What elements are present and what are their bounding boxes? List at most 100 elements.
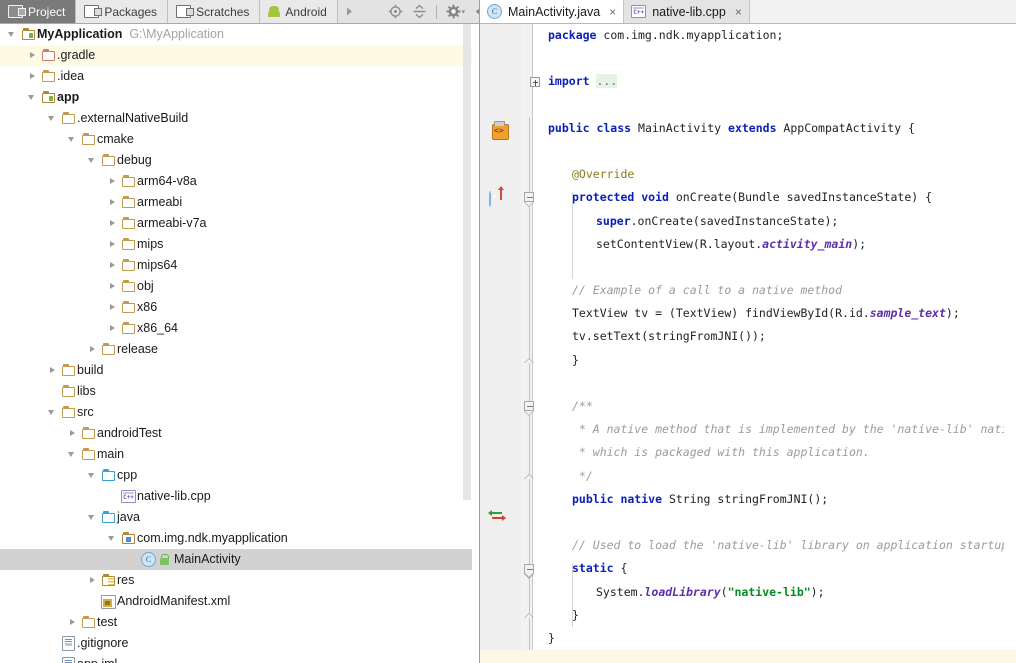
- code-line[interactable]: super.onCreate(savedInstanceState);: [533, 210, 1016, 233]
- tree-item-myapplication[interactable]: MyApplication G:\MyApplication: [0, 24, 479, 45]
- chevron-down-icon[interactable]: [7, 29, 18, 40]
- editor-gutter[interactable]: [480, 24, 521, 663]
- tool-tab-packages[interactable]: Packages: [76, 0, 169, 23]
- tree-item-test[interactable]: test: [0, 612, 479, 633]
- chevron-right-icon[interactable]: [107, 218, 118, 229]
- editor-fold-bar[interactable]: [521, 24, 534, 663]
- chevron-down-icon[interactable]: [67, 134, 78, 145]
- tree-item-libs[interactable]: libs: [0, 381, 479, 402]
- tree-item-mainactivity[interactable]: C MainActivity: [0, 549, 479, 570]
- chevron-right-icon[interactable]: [107, 176, 118, 187]
- chevron-right-icon[interactable]: [107, 239, 118, 250]
- chevron-right-icon[interactable]: [47, 365, 58, 376]
- code-line[interactable]: import ...: [533, 70, 1016, 93]
- code-line[interactable]: [533, 256, 1016, 279]
- code-line[interactable]: System.loadLibrary("native-lib");: [533, 581, 1016, 604]
- chevron-right-icon[interactable]: [27, 71, 38, 82]
- code-content[interactable]: package com.img.ndk.myapplication; impor…: [533, 24, 1016, 663]
- tree-item-build[interactable]: build: [0, 360, 479, 381]
- chevron-right-icon[interactable]: [107, 281, 118, 292]
- chevron-right-icon[interactable]: [107, 302, 118, 313]
- tree-item-cmake[interactable]: cmake: [0, 129, 479, 150]
- chevron-down-icon[interactable]: [87, 155, 98, 166]
- code-line[interactable]: public native String stringFromJNI();: [533, 488, 1016, 511]
- chevron-down-icon[interactable]: [107, 533, 118, 544]
- tree-item-idea[interactable]: .idea: [0, 66, 479, 87]
- expand-arrow-icon[interactable]: [342, 4, 357, 19]
- chevron-right-icon[interactable]: [107, 323, 118, 334]
- tree-item-cpp[interactable]: cpp: [0, 465, 479, 486]
- collapse-all-icon[interactable]: [412, 4, 427, 19]
- code-line[interactable]: TextView tv = (TextView) findViewById(R.…: [533, 302, 1016, 325]
- tree-item-obj[interactable]: obj: [0, 276, 479, 297]
- tree-item-res[interactable]: res: [0, 570, 479, 591]
- code-line[interactable]: [533, 511, 1016, 534]
- code-line[interactable]: package com.img.ndk.myapplication;: [533, 24, 1016, 47]
- tree-item-mips[interactable]: mips: [0, 234, 479, 255]
- expand-import-icon[interactable]: [530, 77, 540, 88]
- chevron-right-icon[interactable]: [67, 428, 78, 439]
- chevron-down-icon[interactable]: [87, 470, 98, 481]
- tree-item-androidtest[interactable]: androidTest: [0, 423, 479, 444]
- code-line[interactable]: setContentView(R.layout.activity_main);: [533, 233, 1016, 256]
- override-method-marker-icon[interactable]: [489, 186, 507, 208]
- native-method-marker-icon[interactable]: [488, 509, 506, 522]
- code-line[interactable]: // Example of a call to a native method: [533, 279, 1016, 302]
- code-line[interactable]: }: [533, 627, 1016, 650]
- close-icon[interactable]: ×: [609, 5, 616, 19]
- chevron-right-icon[interactable]: [107, 197, 118, 208]
- chevron-down-icon[interactable]: [87, 512, 98, 523]
- tree-item-armeabi[interactable]: armeabi: [0, 192, 479, 213]
- tree-item-mips64[interactable]: mips64: [0, 255, 479, 276]
- chevron-down-icon[interactable]: [47, 113, 58, 124]
- code-line[interactable]: }: [533, 349, 1016, 372]
- sidebar-scrollbar-thumb[interactable]: [463, 24, 471, 500]
- code-line[interactable]: static {: [533, 557, 1016, 580]
- tool-tab-project[interactable]: Project: [0, 0, 77, 23]
- code-line[interactable]: protected void onCreate(Bundle savedInst…: [533, 186, 1016, 209]
- chevron-down-icon[interactable]: [67, 449, 78, 460]
- tree-item-x86-64[interactable]: x86_64: [0, 318, 479, 339]
- tool-tab-android[interactable]: Android: [260, 0, 338, 23]
- editor-tab-native-lib-cpp[interactable]: native-lib.cpp ×: [624, 0, 750, 23]
- code-line[interactable]: }: [533, 604, 1016, 627]
- code-line[interactable]: [533, 140, 1016, 163]
- tree-item-src[interactable]: src: [0, 402, 479, 423]
- tree-item-androidmanifest-xml[interactable]: AndroidManifest.xml: [0, 591, 479, 612]
- code-line[interactable]: [533, 372, 1016, 395]
- code-line[interactable]: @Override: [533, 163, 1016, 186]
- tree-item-armeabi-v7a[interactable]: armeabi-v7a: [0, 213, 479, 234]
- locate-target-icon[interactable]: [388, 4, 403, 19]
- code-line[interactable]: public class MainActivity extends AppCom…: [533, 117, 1016, 140]
- chevron-right-icon[interactable]: [87, 575, 98, 586]
- code-line[interactable]: * which is packaged with this applicatio…: [533, 441, 1016, 464]
- tree-item-java[interactable]: java: [0, 507, 479, 528]
- chevron-right-icon[interactable]: [107, 260, 118, 271]
- tree-item-app-iml[interactable]: app.iml: [0, 654, 479, 663]
- chevron-right-icon[interactable]: [67, 617, 78, 628]
- tool-tab-scratches[interactable]: Scratches: [168, 0, 261, 23]
- chevron-down-icon[interactable]: [47, 407, 58, 418]
- code-line[interactable]: */: [533, 465, 1016, 488]
- code-line[interactable]: * A native method that is implemented by…: [533, 418, 1016, 441]
- tree-item-gitignore[interactable]: .gitignore: [0, 633, 479, 654]
- tree-item-main[interactable]: main: [0, 444, 479, 465]
- code-line[interactable]: /**: [533, 395, 1016, 418]
- tree-item-release[interactable]: release: [0, 339, 479, 360]
- chevron-down-icon[interactable]: [27, 92, 38, 103]
- chevron-right-icon[interactable]: [87, 344, 98, 355]
- tree-item-gradle[interactable]: .gradle: [0, 45, 479, 66]
- tree-item-debug[interactable]: debug: [0, 150, 479, 171]
- code-line[interactable]: tv.setText(stringFromJNI());: [533, 325, 1016, 348]
- tree-item-externalnativebuild[interactable]: .externalNativeBuild: [0, 108, 479, 129]
- code-line[interactable]: [533, 47, 1016, 70]
- chevron-right-icon[interactable]: [27, 50, 38, 61]
- tree-item-com-img-ndk-myapplication[interactable]: com.img.ndk.myapplication: [0, 528, 479, 549]
- settings-gear-icon[interactable]: [446, 4, 466, 19]
- class-marker-icon[interactable]: [492, 120, 509, 140]
- code-line[interactable]: // Used to load the 'native-lib' library…: [533, 534, 1016, 557]
- close-icon[interactable]: ×: [735, 5, 742, 19]
- project-tree[interactable]: MyApplication G:\MyApplication .gradle .ide…: [0, 24, 479, 663]
- editor-tab-mainactivity-java[interactable]: C MainActivity.java ×: [480, 0, 625, 23]
- tree-item-x86[interactable]: x86: [0, 297, 479, 318]
